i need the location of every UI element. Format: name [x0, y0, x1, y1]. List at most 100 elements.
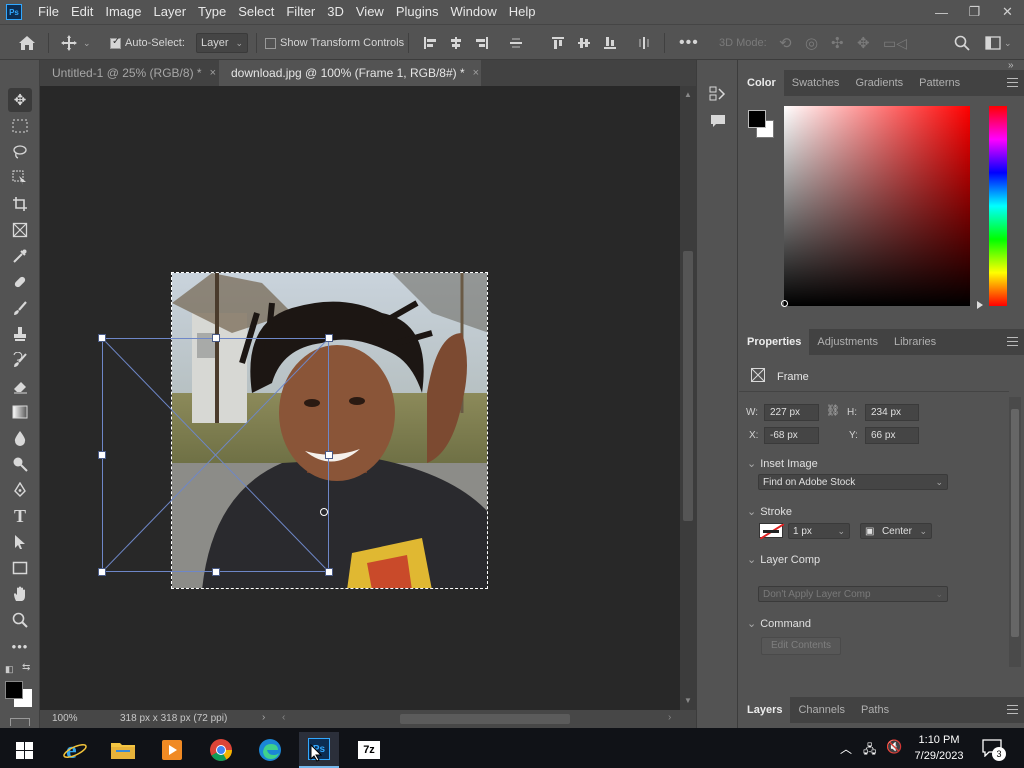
transform-handle-top-right[interactable] [325, 334, 333, 342]
align-left-icon[interactable] [423, 25, 437, 61]
tab-channels[interactable]: Channels [790, 697, 852, 723]
status-menu-chevron-icon[interactable]: › [262, 712, 265, 723]
frame-tool-icon[interactable] [8, 218, 32, 242]
horizontal-scroll-thumb[interactable] [400, 714, 570, 724]
windows-start-icon[interactable] [4, 732, 44, 768]
tab-libraries[interactable]: Libraries [886, 329, 944, 355]
menu-filter[interactable]: Filter [280, 0, 321, 24]
swap-colors-icon[interactable]: ⇆ [22, 662, 30, 673]
transform-handle-bottom-right[interactable] [325, 568, 333, 576]
eyedropper-tool-icon[interactable] [8, 244, 32, 268]
transform-handle-top-left[interactable] [98, 334, 106, 342]
vertical-scroll-thumb[interactable] [683, 251, 693, 521]
hue-slider[interactable] [989, 106, 1007, 306]
inset-image-section[interactable]: Inset Image [747, 457, 817, 470]
reference-point-icon[interactable] [320, 508, 328, 516]
close-icon[interactable]: × [210, 67, 216, 79]
stroke-position-dropdown[interactable]: ▣ Center ⌄ [860, 523, 932, 539]
tab-properties[interactable]: Properties [739, 329, 810, 355]
auto-select-check-icon[interactable] [110, 36, 121, 49]
rectangle-tool-icon[interactable] [8, 556, 32, 580]
stroke-color-swatch[interactable] [759, 523, 784, 539]
marquee-tool-icon[interactable] [8, 114, 32, 138]
distribute-icon[interactable] [509, 25, 523, 61]
edit-toolbar-icon[interactable]: ••• [8, 634, 32, 658]
menu-image[interactable]: Image [99, 0, 147, 24]
transform-handle-right[interactable] [325, 451, 333, 459]
menu-3d[interactable]: 3D [321, 0, 350, 24]
menu-help[interactable]: Help [503, 0, 542, 24]
tab-gradients[interactable]: Gradients [847, 70, 911, 96]
frame-bounding-box[interactable] [102, 338, 329, 572]
7zip-icon[interactable]: 7z [349, 732, 389, 768]
layer-comp-section[interactable]: Layer Comp [747, 553, 820, 566]
move-tool-preset-icon[interactable]: ⌄ [60, 25, 91, 61]
show-transform-checkbox[interactable]: Show Transform Controls [265, 25, 404, 61]
path-selection-tool-icon[interactable] [8, 530, 32, 554]
media-player-icon[interactable] [152, 732, 192, 768]
menu-edit[interactable]: Edit [65, 0, 99, 24]
pen-tool-icon[interactable] [8, 478, 32, 502]
inset-image-dropdown[interactable]: Find on Adobe Stock ⌄ [758, 474, 948, 490]
color-picker-marker[interactable] [781, 300, 788, 307]
comments-panel-icon[interactable] [710, 113, 726, 132]
auto-select-target-dropdown[interactable]: Layer ⌄ [196, 33, 248, 53]
tab-swatches[interactable]: Swatches [784, 70, 848, 96]
tab-paths[interactable]: Paths [853, 697, 897, 723]
close-icon[interactable]: × [473, 67, 479, 79]
more-options-icon[interactable]: ••• [679, 25, 699, 61]
stroke-section[interactable]: Stroke [747, 505, 792, 518]
scroll-down-icon[interactable]: ▼ [684, 696, 692, 705]
transform-handle-top[interactable] [212, 334, 220, 342]
quick-mask-icon[interactable] [10, 718, 30, 726]
link-icon[interactable]: ⛓ [826, 404, 840, 417]
menu-window[interactable]: Window [444, 0, 502, 24]
object-selection-tool-icon[interactable] [8, 166, 32, 190]
transform-handle-bottom-left[interactable] [98, 568, 106, 576]
search-icon[interactable] [954, 25, 970, 61]
properties-scroll-thumb[interactable] [1011, 409, 1019, 637]
lasso-tool-icon[interactable] [8, 140, 32, 164]
history-panel-icon[interactable] [709, 85, 727, 106]
hue-slider-handle[interactable] [977, 301, 983, 309]
align-hcenter-icon[interactable] [449, 25, 463, 61]
edge-icon[interactable] [250, 732, 290, 768]
height-field[interactable]: 234 px [865, 404, 919, 421]
menu-select[interactable]: Select [232, 0, 280, 24]
move-tool-icon[interactable]: ✥ [8, 88, 32, 112]
layers-panel-menu-icon[interactable] [1007, 705, 1018, 714]
align-vcenter-icon[interactable] [577, 25, 591, 61]
tab-untitled-1[interactable]: Untitled-1 @ 25% (RGB/8) * × [40, 60, 218, 86]
file-explorer-icon[interactable] [103, 732, 143, 768]
show-hidden-icons-icon[interactable]: ︿ [840, 740, 852, 757]
menu-file[interactable]: File [32, 0, 65, 24]
dodge-tool-icon[interactable] [8, 452, 32, 476]
zoom-level[interactable]: 100% [52, 713, 78, 724]
menu-plugins[interactable]: Plugins [390, 0, 445, 24]
eraser-tool-icon[interactable] [8, 374, 32, 398]
tab-adjustments[interactable]: Adjustments [809, 329, 886, 355]
align-right-icon[interactable] [475, 25, 489, 61]
network-icon[interactable]: 🖧 [863, 740, 876, 761]
scroll-right-icon[interactable]: › [668, 712, 671, 723]
properties-scrollbar[interactable] [1009, 397, 1021, 667]
healing-brush-tool-icon[interactable] [8, 270, 32, 294]
menu-view[interactable]: View [350, 0, 390, 24]
close-button[interactable]: ✕ [991, 0, 1024, 24]
tab-layers[interactable]: Layers [739, 697, 791, 723]
taskbar-clock[interactable]: 1:10 PM 7/29/2023 [912, 732, 966, 764]
type-tool-icon[interactable]: T [8, 504, 32, 528]
vertical-scrollbar[interactable]: ▲ ▼ [680, 86, 696, 710]
x-field[interactable]: -68 px [764, 427, 819, 444]
foreground-color-swatch[interactable] [5, 681, 23, 699]
workspace-icon[interactable]: ⌄ [985, 25, 1012, 61]
color-field[interactable] [781, 106, 970, 307]
transform-handle-left[interactable] [98, 451, 106, 459]
tab-download-jpg[interactable]: download.jpg @ 100% (Frame 1, RGB/8#) * … [219, 60, 481, 86]
brush-tool-icon[interactable] [8, 296, 32, 320]
default-colors-icon[interactable]: ◧ [5, 664, 14, 675]
chrome-icon[interactable] [201, 732, 241, 768]
action-center-icon[interactable]: 3 [982, 739, 1006, 761]
volume-muted-icon[interactable]: 🔇 [886, 739, 902, 755]
distribute-vertical-icon[interactable] [637, 25, 651, 61]
